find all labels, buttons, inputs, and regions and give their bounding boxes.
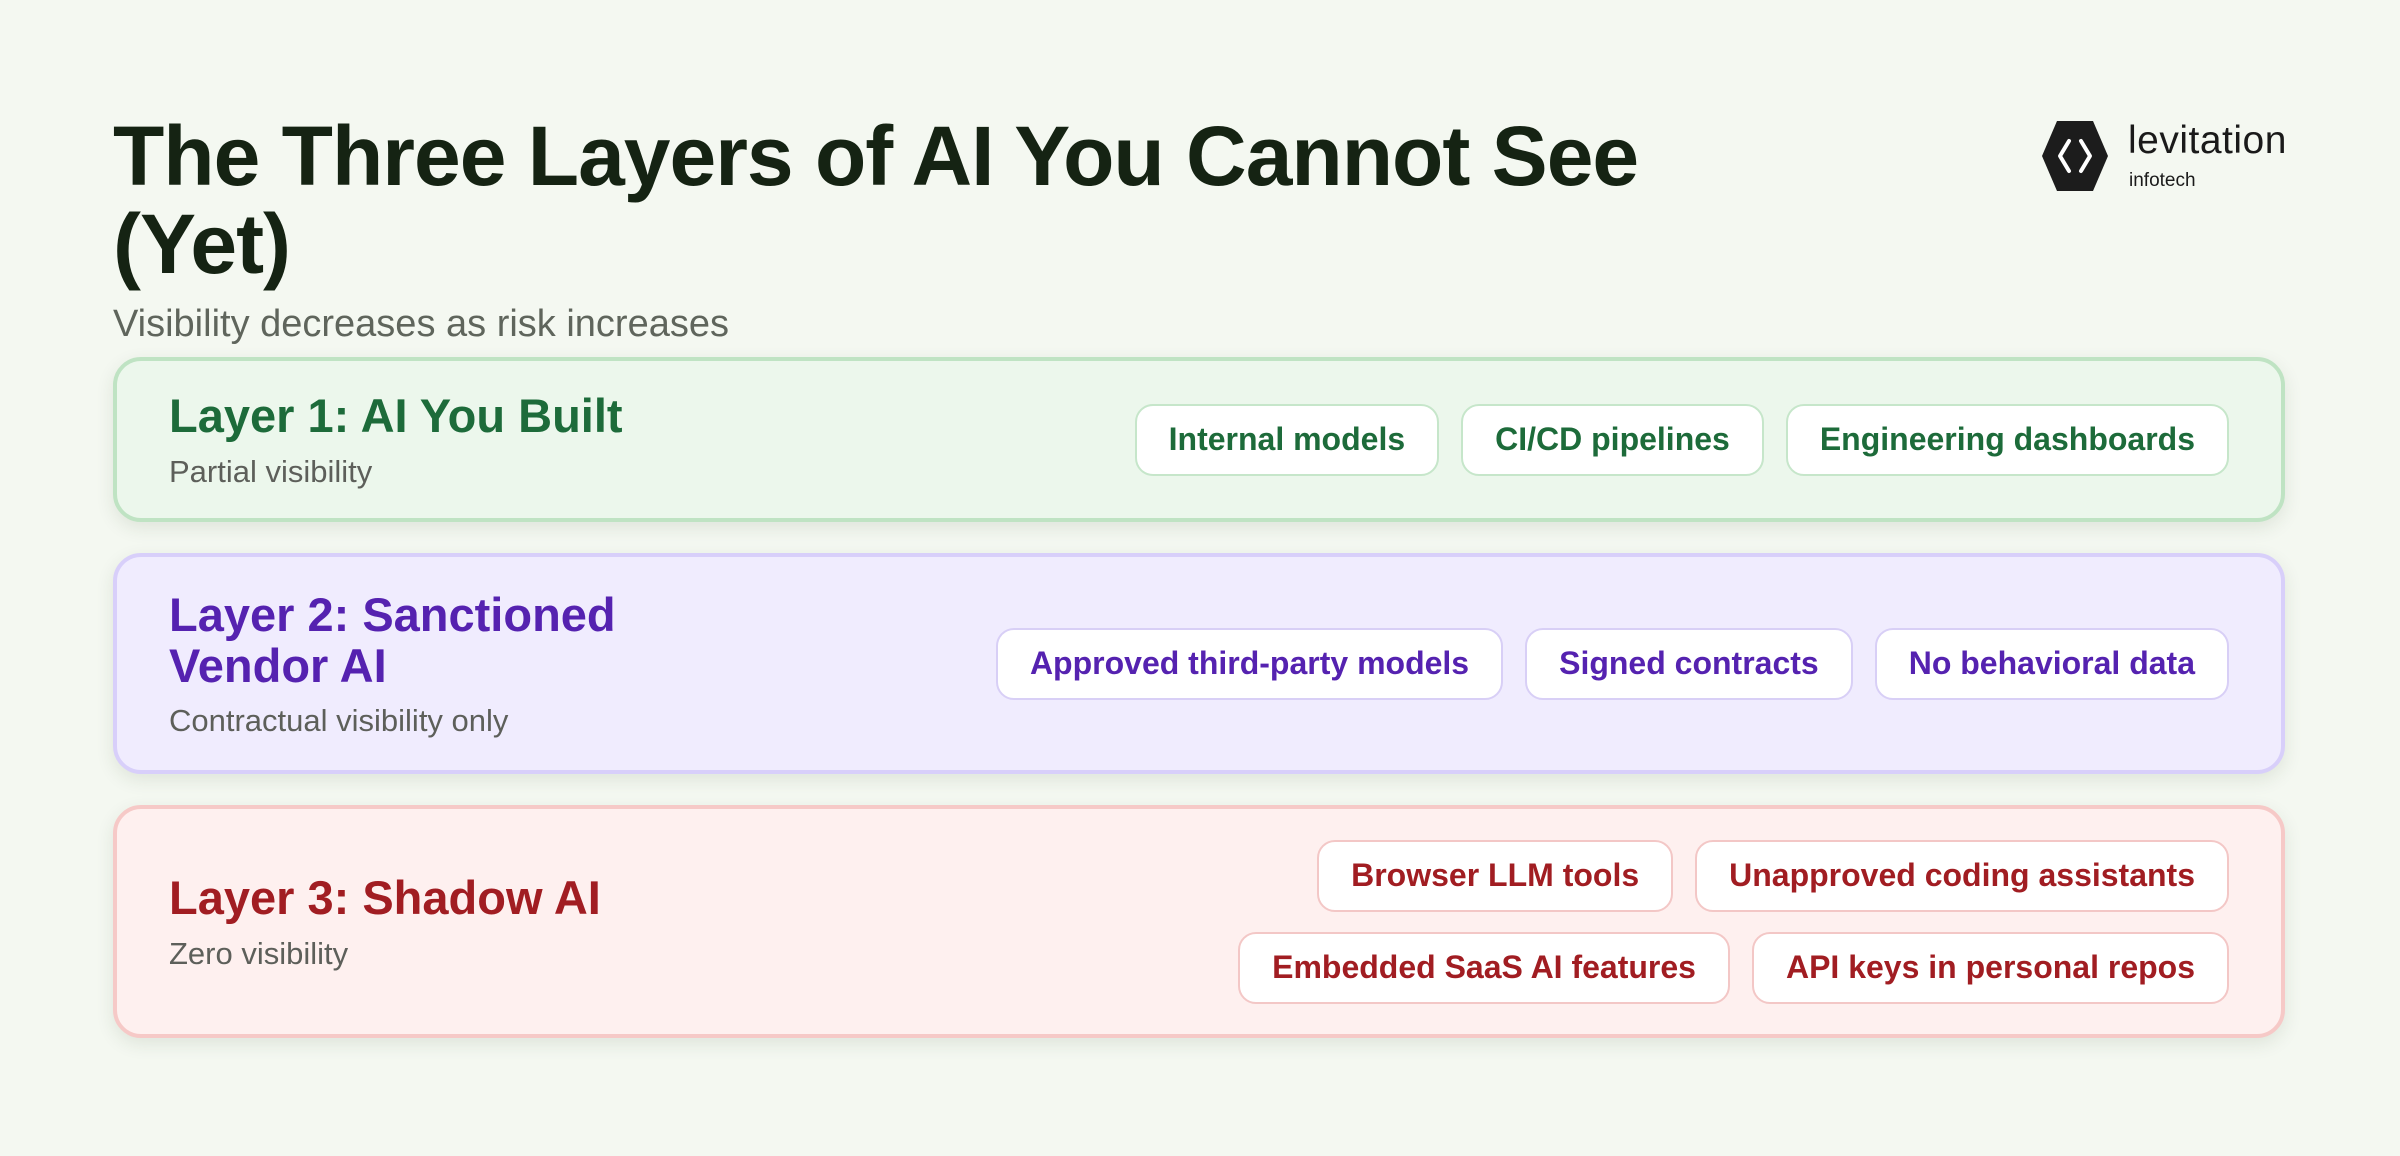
layer-2-description: Contractual visibility only <box>169 702 509 738</box>
layer-1-tags: Internal models CI/CD pipelines Engineer… <box>1134 403 2229 476</box>
layer-card-3: Layer 3: Shadow AI Zero visibility Brows… <box>113 805 2285 1038</box>
layer-1-text: Layer 1: AI You Built Partial visibility <box>169 388 623 490</box>
hexagon-brackets-icon <box>2040 119 2110 198</box>
layer-3-title: Layer 3: Shadow AI <box>169 870 601 924</box>
layer-3-tags: Browser LLM tools Unapproved coding assi… <box>809 839 2229 1004</box>
layer-1-description: Partial visibility <box>169 453 373 489</box>
layer-3-text: Layer 3: Shadow AI Zero visibility <box>169 870 601 972</box>
brand-logo: levitation infotech <box>2040 117 2300 197</box>
tag-approved-third-party-models: Approved third-party models <box>995 627 1504 700</box>
tag-api-keys-in-personal-repos: API keys in personal repos <box>1751 931 2229 1004</box>
header: The Three Layers of AI You Cannot See (Y… <box>113 112 1713 346</box>
brand-subname: infotech <box>2129 170 2196 191</box>
tag-engineering-dashboards: Engineering dashboards <box>1785 403 2229 476</box>
tag-internal-models: Internal models <box>1134 403 1440 476</box>
page-title: The Three Layers of AI You Cannot See (Y… <box>113 109 1639 291</box>
tag-unapproved-coding-assistants: Unapproved coding assistants <box>1695 839 2229 912</box>
layer-card-2: Layer 2: Sanctioned Vendor AI Contractua… <box>113 553 2285 774</box>
tag-embedded-saas-ai-features: Embedded SaaS AI features <box>1238 931 1730 1004</box>
tag-browser-llm-tools: Browser LLM tools <box>1317 839 1674 912</box>
layer-2-tags: Approved third-party models Signed contr… <box>995 627 2229 700</box>
page-subtitle: Visibility decreases as risk increases <box>113 303 729 345</box>
layer-3-description: Zero visibility <box>169 935 349 971</box>
tag-signed-contracts: Signed contracts <box>1525 627 1853 700</box>
layer-2-text: Layer 2: Sanctioned Vendor AI Contractua… <box>169 589 689 739</box>
brand-name: levitation <box>2128 119 2287 162</box>
layer-2-title: Layer 2: Sanctioned Vendor AI <box>169 587 616 692</box>
tag-no-behavioral-data: No behavioral data <box>1874 627 2229 700</box>
layer-card-1: Layer 1: AI You Built Partial visibility… <box>113 357 2285 522</box>
layer-1-title: Layer 1: AI You Built <box>169 388 623 442</box>
tag-ci-cd-pipelines: CI/CD pipelines <box>1461 403 1764 476</box>
